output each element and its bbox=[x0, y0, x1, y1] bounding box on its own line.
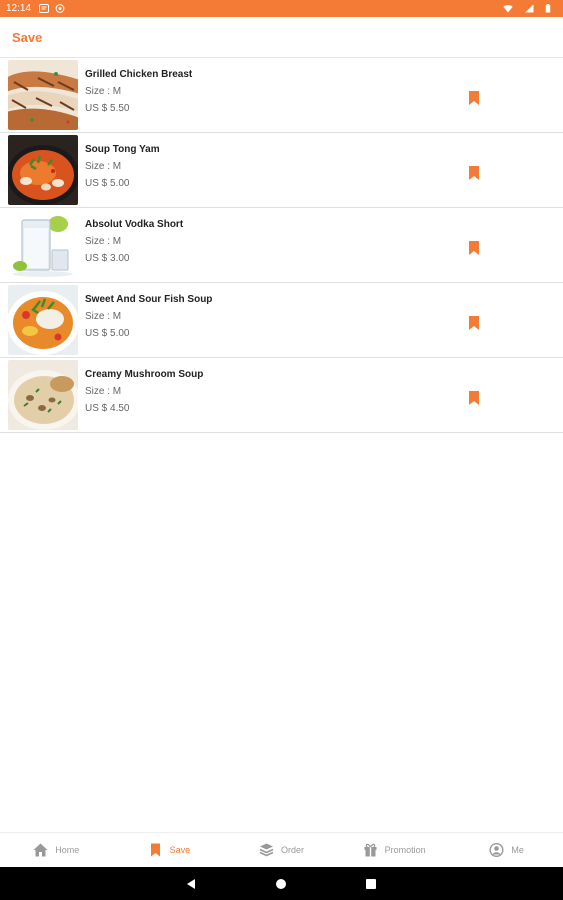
item-info: Grilled Chicken Breast Size : M US $ 5.5… bbox=[85, 58, 192, 115]
nav-save-label: Save bbox=[169, 845, 191, 855]
item-photo bbox=[8, 60, 78, 130]
item-name: Absolut Vodka Short bbox=[85, 219, 184, 230]
item-info: Sweet And Sour Fish Soup Size : M US $ 5… bbox=[85, 283, 212, 340]
list-item[interactable]: Creamy Mushroom Soup Size : M US $ 4.50 bbox=[0, 358, 563, 433]
item-info: Creamy Mushroom Soup Size : M US $ 4.50 bbox=[85, 358, 203, 415]
list-item[interactable]: Absolut Vodka Short Size : M US $ 3.00 bbox=[0, 208, 563, 283]
nav-order-label: Order bbox=[280, 845, 304, 855]
item-info: Absolut Vodka Short Size : M US $ 3.00 bbox=[85, 208, 183, 265]
bookmark-icon[interactable] bbox=[468, 316, 480, 330]
item-price: US $ 5.50 bbox=[85, 103, 130, 114]
nav-home[interactable]: Home bbox=[0, 833, 113, 867]
nav-save[interactable]: Save bbox=[113, 833, 226, 867]
app-header: Save bbox=[0, 17, 563, 58]
item-photo bbox=[8, 285, 78, 355]
nav-order[interactable]: Order bbox=[225, 833, 338, 867]
item-price: US $ 5.00 bbox=[85, 178, 130, 189]
item-size: Size : M bbox=[85, 386, 122, 397]
recents-icon[interactable] bbox=[364, 877, 378, 891]
item-name: Grilled Chicken Breast bbox=[85, 69, 193, 80]
item-photo bbox=[8, 135, 78, 205]
bottom-navigation: Home Save Order Promotion Me bbox=[0, 832, 563, 867]
saved-items-list: Grilled Chicken Breast Size : M US $ 5.5… bbox=[0, 58, 563, 433]
home-icon bbox=[33, 843, 48, 857]
item-photo bbox=[8, 360, 78, 430]
nav-me[interactable]: Me bbox=[450, 833, 563, 867]
bookmark-icon[interactable] bbox=[468, 91, 480, 105]
gift-icon bbox=[364, 843, 377, 857]
list-item[interactable]: Sweet And Sour Fish Soup Size : M US $ 5… bbox=[0, 283, 563, 358]
item-name: Soup Tong Yam bbox=[85, 144, 160, 155]
item-name: Creamy Mushroom Soup bbox=[85, 369, 204, 380]
bookmark-icon[interactable] bbox=[468, 166, 480, 180]
bookmark-icon[interactable] bbox=[468, 391, 480, 405]
item-price: US $ 3.00 bbox=[85, 253, 130, 264]
item-size: Size : M bbox=[85, 161, 122, 172]
nav-me-label: Me bbox=[511, 845, 524, 855]
back-icon[interactable] bbox=[184, 877, 198, 891]
message-icon bbox=[39, 4, 50, 13]
item-name: Sweet And Sour Fish Soup bbox=[85, 294, 213, 305]
item-price: US $ 4.50 bbox=[85, 403, 130, 414]
page-title: Save bbox=[12, 29, 43, 45]
signal-icon bbox=[525, 4, 534, 13]
nav-promotion-label: Promotion bbox=[384, 845, 426, 855]
item-price: US $ 5.00 bbox=[85, 328, 130, 339]
layers-icon bbox=[259, 843, 274, 857]
at-sign-icon bbox=[55, 4, 65, 13]
system-navigation-bar bbox=[0, 867, 563, 900]
user-icon bbox=[489, 843, 504, 857]
item-info: Soup Tong Yam Size : M US $ 5.00 bbox=[85, 133, 160, 190]
wifi-icon bbox=[503, 4, 513, 13]
item-photo bbox=[8, 210, 78, 280]
status-bar: 12:14 bbox=[0, 0, 563, 17]
item-size: Size : M bbox=[85, 236, 122, 247]
item-size: Size : M bbox=[85, 86, 122, 97]
list-item[interactable]: Soup Tong Yam Size : M US $ 5.00 bbox=[0, 133, 563, 208]
battery-icon bbox=[545, 4, 551, 13]
nav-promotion[interactable]: Promotion bbox=[338, 833, 451, 867]
item-size: Size : M bbox=[85, 311, 122, 322]
status-time: 12:14 bbox=[6, 3, 32, 14]
bookmark-icon bbox=[150, 843, 160, 857]
home-button-icon[interactable] bbox=[274, 877, 288, 891]
list-item[interactable]: Grilled Chicken Breast Size : M US $ 5.5… bbox=[0, 58, 563, 133]
bookmark-icon[interactable] bbox=[468, 241, 480, 255]
nav-home-label: Home bbox=[55, 845, 80, 855]
